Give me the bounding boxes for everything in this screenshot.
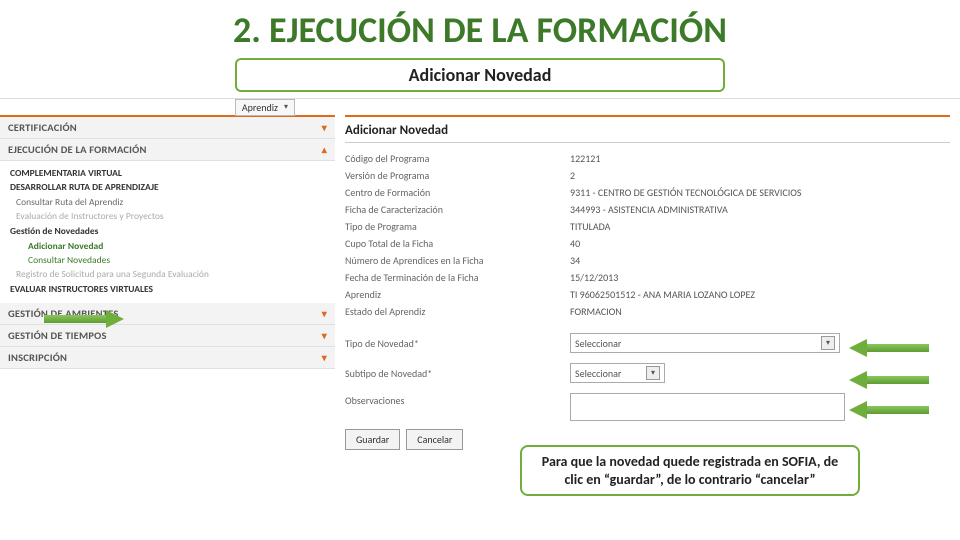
form-readonly: Código del Programa 122121 Versión de Pr… [345,151,950,319]
observaciones-textarea[interactable] [570,393,845,421]
role-select-value: Aprendiz [242,101,278,114]
sidebar: Aprendiz ▾ CERTIFICACIÓN ▾ EJECUCIÓN DE … [0,99,335,450]
tipo-novedad-label: Tipo de Novedad* [345,336,570,351]
save-button[interactable]: Guardar [345,429,400,450]
subtipo-novedad-label: Subtipo de Novedad* [345,366,570,381]
sidebar-link-adicionar-novedad[interactable]: Adicionar Novedad [10,239,325,253]
field-label: Fecha de Terminación de la Ficha [345,270,570,285]
accordion-item-inscripcion[interactable]: INSCRIPCIÓN ▾ [0,347,335,369]
field-value: TI 96062501512 - ANA MARIA LOZANO LOPEZ [570,287,950,302]
sub-header: COMPLEMENTARIA VIRTUAL [10,167,325,179]
field-label: Ficha de Caracterización [345,202,570,217]
field-label: Aprendiz [345,287,570,302]
field-value: 122121 [570,151,950,166]
field-value: 40 [570,236,950,251]
accordion: CERTIFICACIÓN ▾ EJECUCIÓN DE LA FORMACIÓ… [0,117,335,369]
tipo-novedad-select[interactable]: Seleccionar ▾ [570,333,840,353]
field-label: Estado del Aprendiz [345,304,570,319]
field-label: Versión de Programa [345,168,570,183]
field-label: Tipo de Programa [345,219,570,234]
field-value: 9311 - CENTRO DE GESTIÓN TECNOLÓGICA DE … [570,185,950,200]
sub-header: DESARROLLAR RUTA DE APRENDIZAJE [10,181,325,193]
field-value: 15/12/2013 [570,270,950,285]
chevron-down-icon: ▾ [322,121,327,134]
chevron-down-icon: ▾ [284,102,288,112]
subtipo-novedad-select[interactable]: Seleccionar ▾ [570,363,665,383]
chevron-down-icon: ▾ [646,366,660,380]
sub-header: EVALUAR INSTRUCTORES VIRTUALES [10,283,325,295]
field-value: 344993 - ASISTENCIA ADMINISTRATIVA [570,202,950,217]
accordion-label: INSCRIPCIÓN [8,351,67,364]
field-value: FORMACION [570,304,950,319]
chevron-down-icon: ▾ [821,336,835,350]
chevron-down-icon: ▾ [322,307,327,320]
accordion-label: CERTIFICACIÓN [8,121,77,134]
accordion-item-certificacion[interactable]: CERTIFICACIÓN ▾ [0,117,335,139]
role-select[interactable]: Aprendiz ▾ [235,99,295,116]
field-value: 34 [570,253,950,268]
accordion-item-ejecucion[interactable]: EJECUCIÓN DE LA FORMACIÓN ▴ [0,139,335,161]
sidebar-link-consultar-novedades[interactable]: Consultar Novedades [10,253,325,267]
accordion-item-tiempos[interactable]: GESTIÓN DE TIEMPOS ▾ [0,325,335,347]
slide-subtitle-box: Adicionar Novedad [235,58,725,92]
chevron-down-icon: ▾ [322,329,327,342]
observaciones-label: Observaciones [345,393,570,408]
content-panel: Adicionar Novedad Código del Programa 12… [335,99,960,450]
accordion-label: EJECUCIÓN DE LA FORMACIÓN [8,143,147,156]
field-label: Centro de Formación [345,185,570,200]
field-label: Número de Aprendices en la Ficha [345,253,570,268]
sub-header: Gestión de Novedades [10,225,325,237]
content-title: Adicionar Novedad [345,117,950,143]
field-label: Cupo Total de la Ficha [345,236,570,251]
cancel-button[interactable]: Cancelar [406,429,463,450]
sidebar-link[interactable]: Evaluación de Instructores y Proyectos [10,209,325,223]
accordion-open-section: COMPLEMENTARIA VIRTUAL DESARROLLAR RUTA … [0,161,335,303]
select-placeholder: Seleccionar [575,367,621,380]
select-placeholder: Seleccionar [575,337,621,350]
app-screenshot: Aprendiz ▾ CERTIFICACIÓN ▾ EJECUCIÓN DE … [0,98,960,450]
sidebar-link[interactable]: Consultar Ruta del Aprendiz [10,195,325,209]
chevron-up-icon: ▴ [322,143,327,156]
accordion-label: GESTIÓN DE TIEMPOS [8,329,107,342]
chevron-down-icon: ▾ [322,351,327,364]
field-value: TITULADA [570,219,950,234]
top-bar: Aprendiz ▾ [0,99,335,117]
callout-instruction: Para que la novedad quede registrada en … [520,445,860,496]
sidebar-link[interactable]: Registro de Solicitud para una Segunda E… [10,267,325,281]
field-value: 2 [570,168,950,183]
field-label: Código del Programa [345,151,570,166]
slide-title: 2. EJECUCIÓN DE LA FORMACIÓN [0,0,960,58]
